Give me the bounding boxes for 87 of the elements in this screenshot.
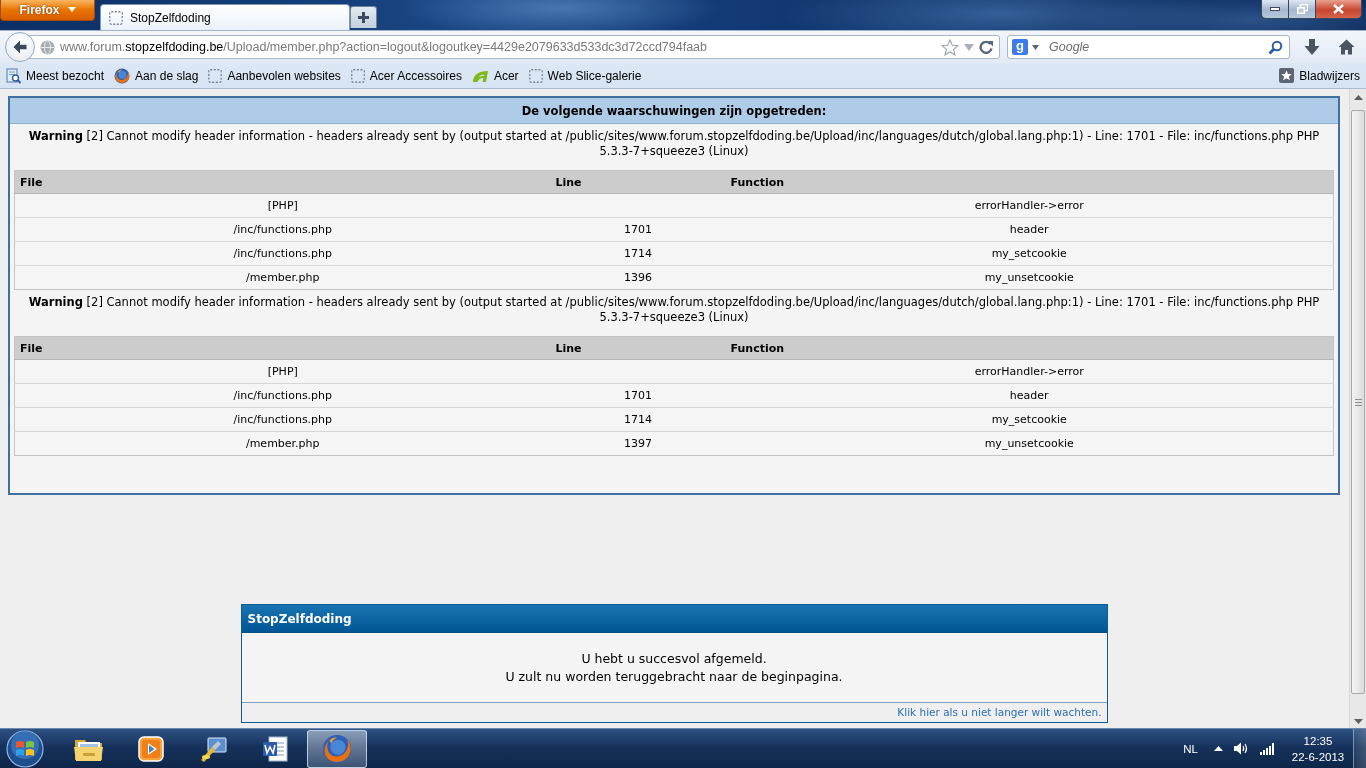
bookmark-item[interactable]: Aanbevolen websites	[206, 66, 343, 85]
table-cell: 1714	[550, 407, 726, 432]
table-cell: [PHP]	[14, 359, 551, 384]
globe-icon	[40, 39, 55, 55]
home-icon[interactable]	[1338, 39, 1355, 55]
table-cell: my_setcookie	[725, 241, 1334, 266]
column-header: Line	[550, 170, 726, 194]
plus-icon	[358, 12, 369, 23]
table-cell: errorHandler->error	[725, 193, 1334, 218]
back-button[interactable]	[5, 32, 35, 62]
table-cell: my_unsetcookie	[725, 265, 1334, 290]
dashed-square-icon	[350, 68, 365, 83]
caret-down-icon	[67, 7, 76, 12]
table-cell: /inc/functions.php	[14, 241, 551, 266]
address-field[interactable]: www.forum.stopzelfdoding.be/Upload/member.php?action=logout&logoutkey=4429e2079633d533dc3d72ccd794faab	[27, 35, 1000, 59]
table-cell: my_setcookie	[725, 407, 1334, 432]
minimize-button[interactable]	[1261, 0, 1289, 19]
message-text: U zult nu worden teruggebracht naar de beginpagina.	[505, 667, 843, 686]
bookmark-item[interactable]: Acer Accessoires	[348, 66, 464, 85]
caret-up-icon[interactable]	[1214, 746, 1223, 751]
new-tab-button[interactable]	[350, 6, 377, 28]
fox-globe-icon	[114, 67, 131, 84]
bookmark-item[interactable]: Meest bezocht	[4, 65, 107, 86]
table-cell: my_unsetcookie	[725, 431, 1334, 456]
table-cell: 1397	[550, 431, 726, 456]
arrow-left-icon	[12, 39, 28, 55]
scrollbar[interactable]	[1349, 89, 1366, 728]
dashed-square-icon	[528, 68, 543, 83]
close-icon	[1333, 4, 1344, 14]
document-icon	[261, 734, 289, 763]
table-cell: /member.php	[14, 265, 551, 290]
minimize-icon	[1270, 7, 1280, 11]
table-cell: header	[725, 217, 1334, 242]
column-header: Function	[725, 170, 1334, 194]
warning-message: Warning [2] Cannot modify header information - headers already sent by (output started at /public/sites/www.forum.stopzelfdoding.be/Upload/inc/languages/dutch/global.lang.php:1) - Line: 1701 - File: inc/functions.php PHP 5.3.3-7+squeeze3 (Linux)	[27, 129, 1321, 159]
scrollbar-thumb[interactable]	[1351, 110, 1365, 694]
table-cell: errorHandler->error	[725, 359, 1334, 384]
column-header: File	[14, 170, 551, 194]
caret-down-icon[interactable]	[1353, 719, 1363, 724]
star-icon[interactable]	[941, 38, 959, 56]
language-indicator[interactable]: NL	[1183, 742, 1198, 755]
table-cell: /inc/functions.php	[14, 217, 551, 242]
table-cell: 1701	[550, 217, 726, 242]
search-icon[interactable]	[1268, 39, 1283, 55]
table-cell: header	[725, 383, 1334, 408]
table-cell: 1714	[550, 241, 726, 266]
restore-icon	[1296, 4, 1308, 14]
start-orb-icon	[5, 728, 45, 768]
brush-icon	[198, 734, 228, 763]
bookmark-item[interactable]: Web Slice-galerie	[526, 66, 644, 85]
bookmark-item[interactable]: Acer	[469, 66, 521, 85]
bookmarks-menu-button[interactable]: Bladwijzers	[1277, 66, 1362, 85]
table-cell: 1701	[550, 383, 726, 408]
star-box-icon	[1279, 68, 1295, 83]
download-icon[interactable]	[1304, 38, 1320, 56]
panel-header: De volgende waarschuwingen zijn opgetreden:	[10, 98, 1338, 124]
show-desktop-button[interactable]	[1353, 728, 1366, 768]
column-header: File	[14, 336, 551, 360]
caret-down-icon[interactable]	[1032, 44, 1039, 50]
table-cell: /inc/functions.php	[14, 383, 551, 408]
panel-header: StopZelfdoding	[241, 605, 1107, 633]
bookmark-item[interactable]: Aan de slag	[112, 65, 201, 86]
search-field[interactable]: g Google	[1007, 35, 1290, 59]
play-icon	[138, 735, 164, 762]
message-text: U hebt u succesvol afgemeld.	[581, 649, 767, 668]
signal-bars-icon[interactable]	[1260, 742, 1275, 755]
table-cell: 1396	[550, 265, 726, 290]
dashed-square-icon	[208, 68, 223, 83]
close-button[interactable]	[1315, 0, 1362, 19]
table-cell: [PHP]	[14, 193, 551, 218]
swoosh-logo-icon	[471, 68, 489, 83]
reload-icon[interactable]	[979, 40, 993, 54]
column-header: Function	[725, 336, 1334, 360]
restore-button[interactable]	[1288, 0, 1316, 19]
fox-globe-icon	[322, 733, 352, 764]
page-magnifier-icon	[6, 67, 21, 84]
speaker-icon[interactable]	[1234, 742, 1249, 755]
dashed-square-icon	[109, 10, 123, 25]
clock[interactable]: 12:35 22-6-2013	[1287, 732, 1349, 765]
column-header: Line	[550, 336, 726, 360]
browser-tab[interactable]: StopZelfdoding	[100, 4, 350, 30]
table-cell: /inc/functions.php	[14, 407, 551, 432]
warning-message: Warning [2] Cannot modify header information - headers already sent by (output started at /public/sites/www.forum.stopzelfdoding.be/Upload/inc/languages/dutch/global.lang.php:1) - Line: 1701 - File: inc/functions.php PHP 5.3.3-7+squeeze3 (Linux)	[27, 295, 1321, 325]
search-engine-logo[interactable]: g	[1012, 39, 1028, 55]
url-text: www.forum.stopzelfdoding.be/Upload/member.php?action=logout&logoutkey=4429e2079633d533dc3d72ccd794faab	[60, 40, 709, 54]
table-cell: /member.php	[14, 431, 551, 456]
wait-link[interactable]: Klik hier als u niet langer wilt wachten.	[897, 706, 1102, 718]
